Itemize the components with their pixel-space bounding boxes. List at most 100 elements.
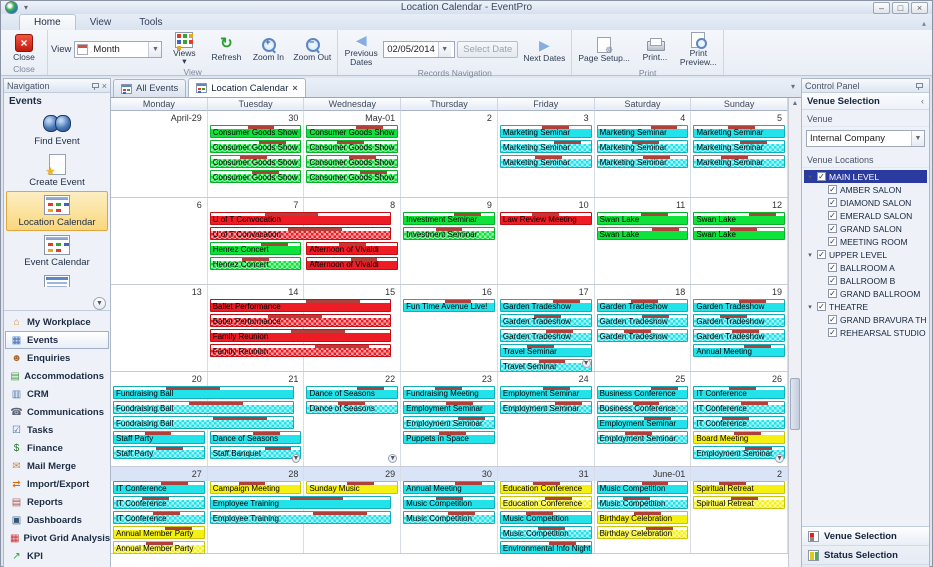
ribbon-tab-home[interactable]: Home <box>19 14 76 30</box>
event-bar[interactable]: Consumer Goods Show <box>209 170 302 183</box>
minimize-button[interactable]: – <box>873 1 890 14</box>
event-bar[interactable]: Henrez Concert <box>209 257 302 270</box>
event-bar[interactable]: Birthday Celebration <box>596 511 689 524</box>
shortcut-event-calendar[interactable]: Event Calendar <box>6 231 108 271</box>
event-bar[interactable]: Music Competition <box>596 496 689 509</box>
pin-icon[interactable] <box>915 82 923 90</box>
day-cell[interactable]: April-29 <box>111 111 208 197</box>
day-cell[interactable]: 14 Ballet Performance Ballet Performance Fa… <box>208 285 392 371</box>
venue-selection-header[interactable]: Venue Selection ‹ <box>802 93 929 110</box>
day-cell[interactable]: 24 Employment Seminar Employment Seminar <box>498 372 595 466</box>
day-cell[interactable]: 31 Education Conference Education Conferen… <box>497 467 595 554</box>
tree-node-upper-level[interactable]: ▾ UPPER LEVEL <box>804 248 927 261</box>
day-cell[interactable]: May-01 Consumer Goods Show Consumer Goods … <box>304 111 402 197</box>
day-cell[interactable]: 2 <box>401 111 498 197</box>
tree-node-ballroom-a[interactable]: BALLROOM A <box>804 261 927 274</box>
tree-node-diamond-salon[interactable]: DIAMOND SALON <box>804 196 927 209</box>
event-bar[interactable]: Marketing Seminar <box>499 155 592 168</box>
event-bar[interactable]: Marketing Seminar <box>596 155 689 168</box>
sidebar-item-pivot-grid-analysis[interactable]: ▦ Pivot Grid Analysis <box>5 529 110 547</box>
day-cell[interactable]: 30 Consumer Goods Show Consumer Goods Show… <box>208 111 305 197</box>
event-bar[interactable]: Swan Lake <box>693 212 786 225</box>
sidebar-item-communications[interactable]: ☎ Communications <box>5 403 109 421</box>
checkbox-checked[interactable] <box>817 172 826 181</box>
checkbox-checked[interactable] <box>828 328 837 337</box>
event-bar[interactable]: Fun Time Avenue Live! <box>403 299 495 312</box>
sidebar-item-finance[interactable]: $ Finance <box>5 439 109 457</box>
refresh-button[interactable]: ↻ Refresh <box>206 35 246 63</box>
views-button[interactable]: Views ▾ <box>164 31 204 67</box>
event-bar[interactable]: Employment Seminar <box>403 416 495 429</box>
sidebar-item-enquiries[interactable]: ☻ Enquiries <box>5 349 109 367</box>
close-icon[interactable]: × <box>102 81 107 90</box>
event-bar[interactable]: Education Conference <box>499 481 592 494</box>
shortcut-create-event[interactable]: Create Event <box>6 150 108 191</box>
event-bar[interactable]: Consumer Goods Show <box>209 155 302 168</box>
event-bar[interactable]: Spiritual Retreat <box>693 481 786 494</box>
maximize-button[interactable]: □ <box>892 1 909 14</box>
event-bar[interactable]: Employment Seminar <box>499 386 592 399</box>
day-cell[interactable]: 3 Marketing Seminar Marketing Seminar Marke… <box>498 111 595 197</box>
day-cell[interactable]: 26 IT Conference IT Conference IT Conferenc… <box>691 372 788 466</box>
event-bar[interactable]: Marketing Seminar <box>596 140 689 153</box>
tree-node-theatre[interactable]: ▾ THEATRE <box>804 300 927 313</box>
day-cell[interactable]: 27 IT Conference IT Conference IT Conferenc… <box>111 467 208 554</box>
event-bar[interactable]: Annual Member Party <box>113 541 205 554</box>
more-events-chevron[interactable]: ▼ <box>291 452 301 465</box>
event-bar[interactable]: Marketing Seminar <box>693 140 786 153</box>
event-bar[interactable]: Staff Party <box>113 446 205 459</box>
event-bar[interactable]: Travel Seminar <box>499 344 592 357</box>
event-bar[interactable]: Music Competition <box>596 481 689 494</box>
event-bar[interactable]: Staff Banquet <box>209 446 302 459</box>
event-bar[interactable]: IT Conference <box>693 416 786 429</box>
sidebar-item-reports[interactable]: ▤ Reports <box>5 493 109 511</box>
zoom-out-button[interactable]: Zoom Out <box>290 36 334 63</box>
event-bar[interactable]: IT Conference <box>113 511 205 524</box>
event-bar[interactable]: Annual Meeting <box>693 344 786 357</box>
date-input[interactable]: 02/05/2014 ▼ <box>383 41 456 58</box>
sidebar-item-import-export[interactable]: ⇄ Import/Export <box>5 475 109 493</box>
ribbon-tab-tools[interactable]: Tools <box>125 15 176 30</box>
close-button[interactable]: × Close <box>4 33 44 63</box>
event-bar[interactable]: Birthday Celebration <box>596 526 689 539</box>
sidebar-item-mail-merge[interactable]: ✉ Mail Merge <box>5 457 109 475</box>
page-setup-button[interactable]: Page Setup... <box>575 36 633 64</box>
scrollbar-thumb[interactable] <box>790 377 800 430</box>
event-bar[interactable]: Consumer Goods Show <box>306 125 399 138</box>
tree-expand-icon[interactable]: ▾ <box>806 303 814 311</box>
event-bar[interactable]: Music Competition <box>403 511 495 524</box>
event-bar[interactable]: Employee Training <box>209 496 392 509</box>
sidebar-item-dashboards[interactable]: ▣ Dashboards <box>5 511 109 529</box>
event-bar[interactable]: Consumer Goods Show <box>306 155 399 168</box>
event-bar[interactable]: Annual Member Party <box>113 526 205 539</box>
scroll-up-icon[interactable]: ▲ <box>792 98 799 110</box>
event-bar[interactable]: Garden Tradeshow <box>693 299 786 312</box>
more-events-chevron[interactable]: ▼ <box>388 452 398 465</box>
event-bar[interactable]: Consumer Goods Show <box>306 140 399 153</box>
event-bar[interactable]: Dance of Seasons <box>306 401 399 414</box>
calendar-scrollbar[interactable]: ▲ ▼ <box>788 98 801 567</box>
day-cell[interactable]: 13 <box>111 285 208 371</box>
event-bar[interactable]: Swan Lake <box>596 212 689 225</box>
event-bar[interactable]: Employment Seminar <box>499 401 592 414</box>
day-cell[interactable]: 17 Garden Tradeshow Garden Tradeshow Garden… <box>498 285 595 372</box>
event-bar[interactable]: Fundraising Meeting <box>403 386 495 399</box>
event-bar[interactable]: Family Reunion <box>209 329 392 342</box>
event-bar[interactable]: Business Conference <box>596 401 689 414</box>
zoom-in-button[interactable]: Zoom In <box>248 36 288 63</box>
tree-node-main-level[interactable]: ▾ MAIN LEVEL <box>804 170 927 183</box>
chevron-down-icon[interactable]: ▼ <box>775 454 785 463</box>
sidebar-item-accommodations[interactable]: ▤ Accommodations <box>5 367 109 385</box>
event-bar[interactable]: Employment Seminar <box>403 401 495 414</box>
tab-location-calendar[interactable]: Location Calendar × <box>188 78 306 97</box>
day-cell[interactable]: 5 Marketing Seminar Marketing Seminar Marke… <box>691 111 788 197</box>
day-cell[interactable]: 6 <box>111 198 208 284</box>
event-bar[interactable]: Afternoon of Vivaldi <box>306 242 399 255</box>
event-bar[interactable]: Fundraising Ball <box>113 401 295 414</box>
day-cell[interactable]: 7 U of T Convocation U of T Convocation Hen… <box>208 198 392 284</box>
event-bar[interactable]: Music Competition <box>403 496 495 509</box>
event-bar[interactable]: Employment Seminar <box>596 431 689 444</box>
day-cell[interactable]: 23 Fundraising Meeting Employment Seminar E… <box>401 372 498 466</box>
event-bar[interactable]: Garden Tradeshow <box>693 329 786 342</box>
day-cell[interactable]: 16 Fun Time Avenue Live! <box>401 285 498 371</box>
